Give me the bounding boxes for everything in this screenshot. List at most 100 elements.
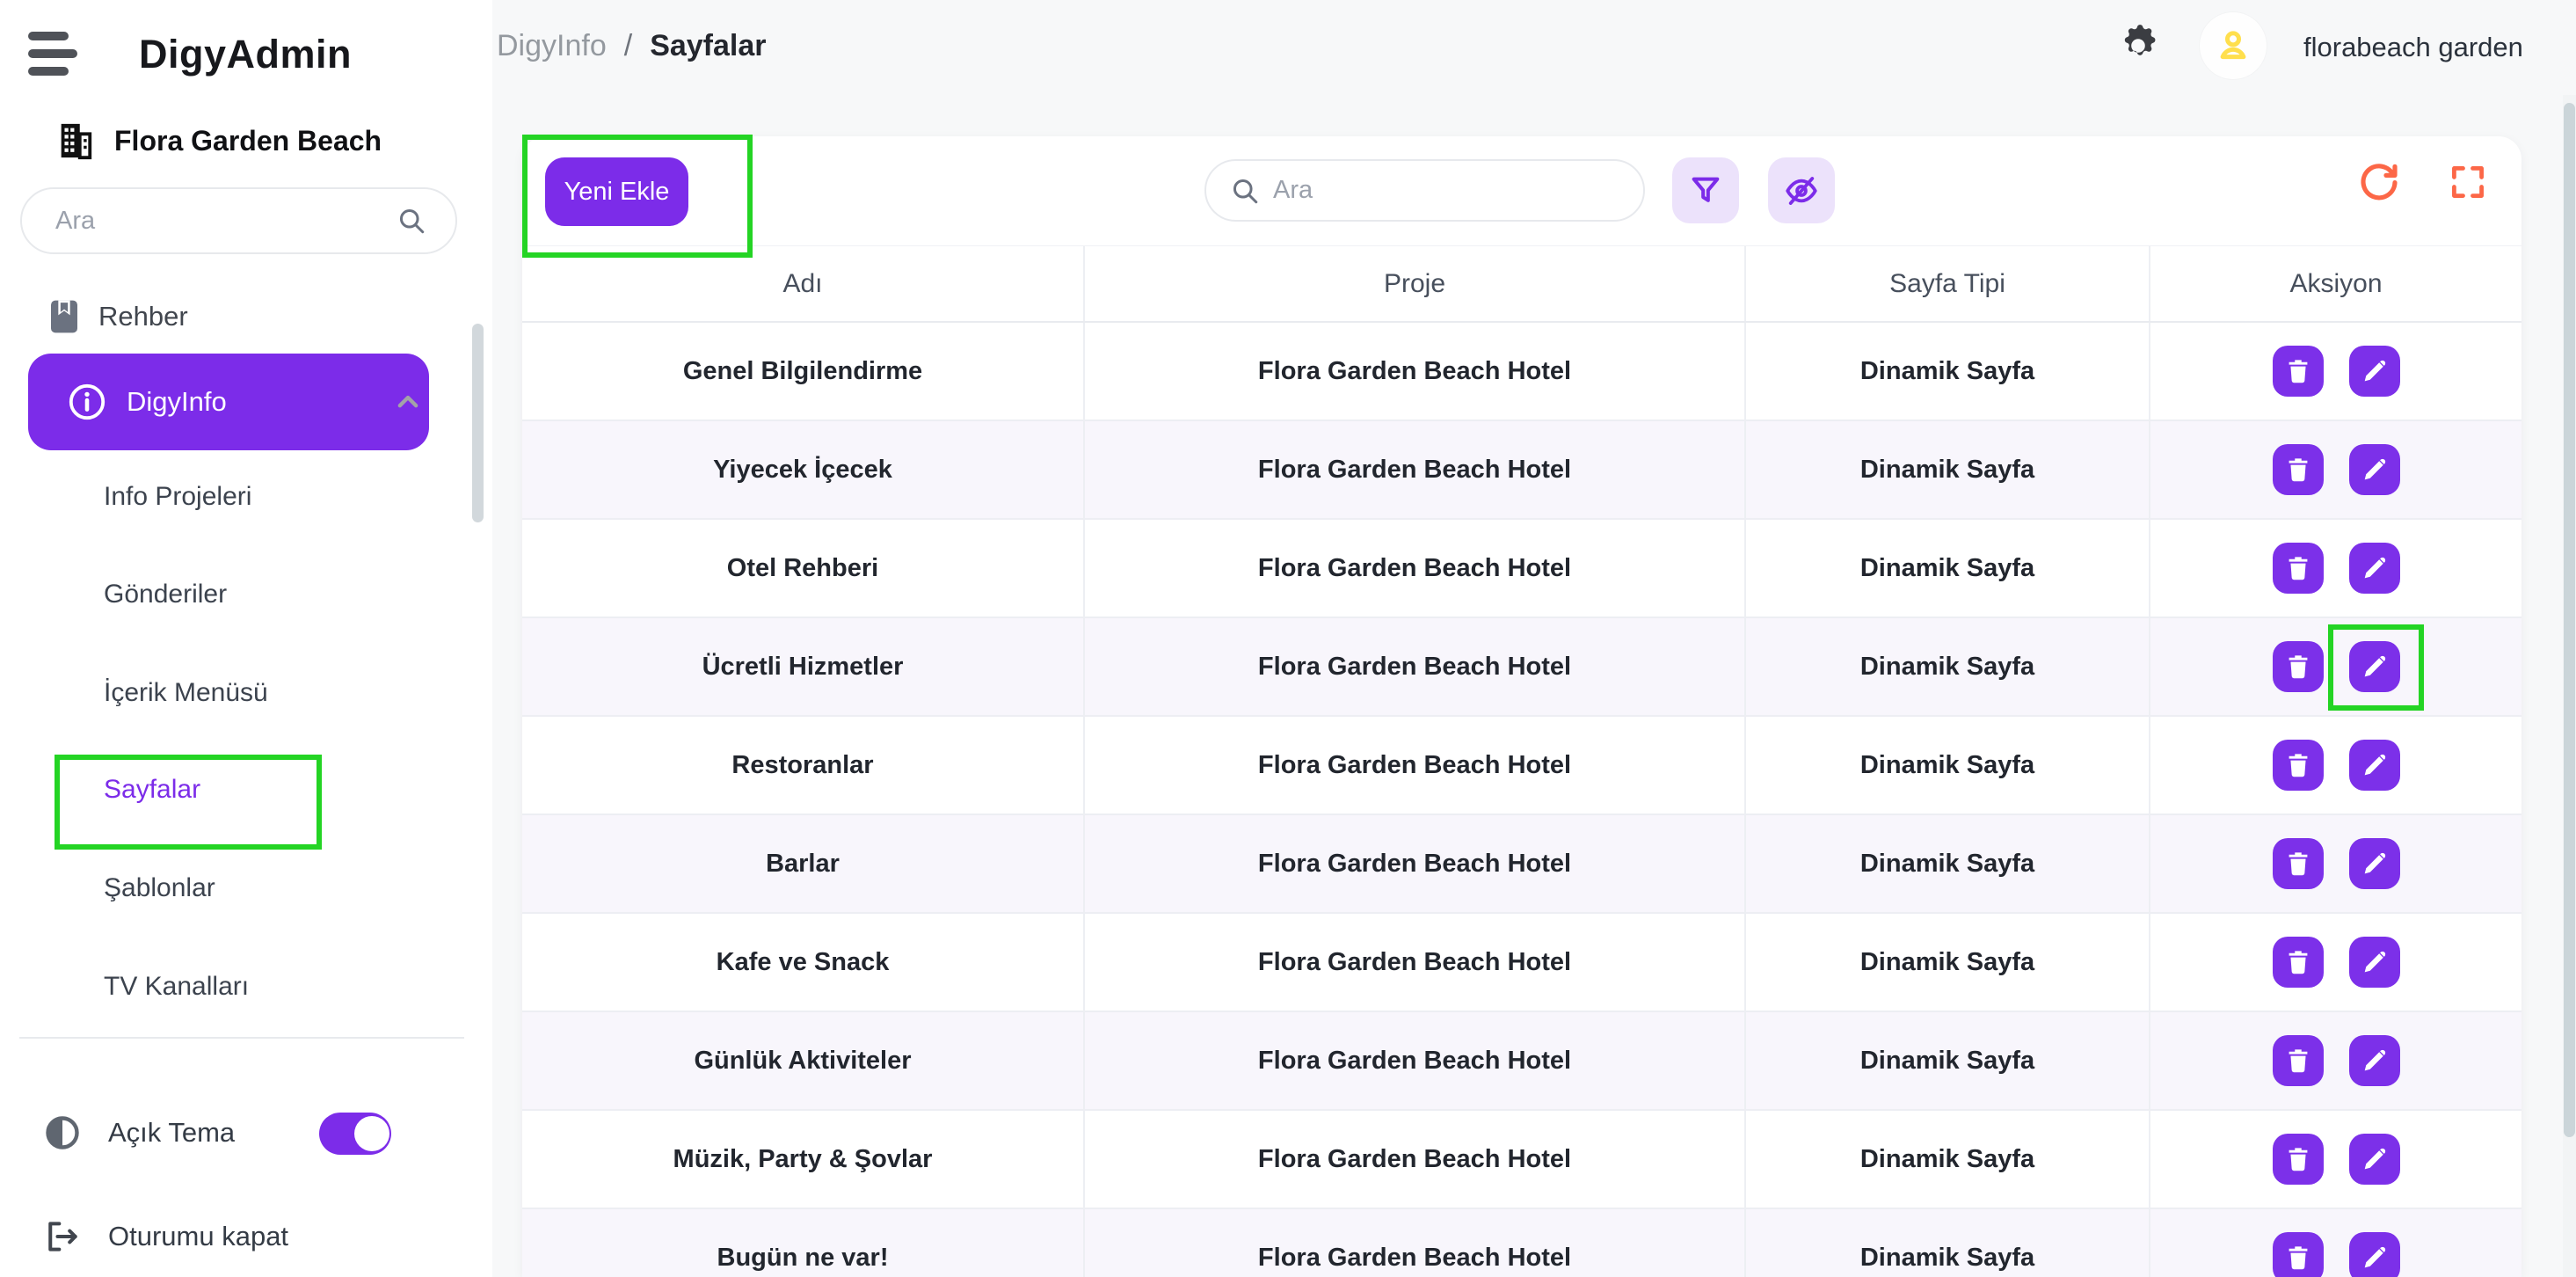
fullscreen-button[interactable]	[2446, 160, 2490, 204]
menu-toggle-button[interactable]	[28, 32, 79, 79]
settings-button[interactable]	[2115, 23, 2161, 69]
sidebar-search-input[interactable]	[20, 187, 457, 254]
page-type: Dinamik Sayfa	[1859, 1046, 2035, 1075]
table-search-input[interactable]	[1204, 159, 1645, 222]
hamburger-icon	[28, 32, 69, 40]
table-row: Müzik, Party & Şovlar Flora Garden Beach…	[522, 1111, 2521, 1209]
page-name: Barlar	[766, 849, 840, 878]
table-row: Genel Bilgilendirme Flora Garden Beach H…	[522, 323, 2521, 421]
project-name: Flora Garden Beach Hotel	[1257, 553, 1572, 582]
sidebar-subitem-info-projeleri[interactable]: Info Projeleri	[104, 482, 251, 512]
pencil-icon	[2361, 456, 2389, 484]
project-name: Flora Garden Beach Hotel	[1257, 1144, 1572, 1173]
edit-button[interactable]	[2348, 444, 2400, 495]
sidebar-item-rehber[interactable]: Rehber	[0, 290, 479, 343]
user-avatar[interactable]	[2200, 12, 2267, 79]
trash-icon	[2284, 850, 2312, 878]
trash-icon	[2284, 357, 2312, 385]
table-row: Ücretli Hizmetler Flora Garden Beach Hot…	[522, 618, 2521, 717]
delete-button[interactable]	[2272, 740, 2324, 791]
delete-button[interactable]	[2272, 1035, 2324, 1086]
gear-icon	[2115, 23, 2161, 69]
logout-button[interactable]: Oturumu kapat	[43, 1217, 288, 1256]
delete-button[interactable]	[2272, 1232, 2324, 1277]
page-type: Dinamik Sayfa	[1859, 356, 2035, 385]
page-type: Dinamik Sayfa	[1859, 750, 2035, 779]
info-icon	[67, 382, 107, 422]
delete-button[interactable]	[2272, 543, 2324, 594]
sidebar-subitem-sablonlar[interactable]: Şablonlar	[104, 873, 215, 903]
page-type: Dinamik Sayfa	[1859, 1243, 2035, 1272]
edit-button[interactable]	[2348, 1232, 2400, 1277]
sidebar-subitem-icerik-menusu[interactable]: İçerik Menüsü	[104, 678, 268, 708]
page-name: Ücretli Hizmetler	[702, 652, 904, 681]
trash-icon	[2284, 948, 2312, 976]
trash-icon	[2284, 456, 2312, 484]
edit-button[interactable]	[2348, 543, 2400, 594]
page-scrollbar-thumb[interactable]	[2564, 103, 2575, 1137]
project-name: Flora Garden Beach Hotel	[1257, 356, 1572, 385]
add-new-button[interactable]: Yeni Ekle	[545, 157, 688, 226]
fullscreen-icon	[2449, 163, 2487, 201]
page-name: Otel Rehberi	[726, 553, 879, 582]
pencil-icon	[2361, 948, 2389, 976]
breadcrumb-parent[interactable]: DigyInfo	[497, 29, 607, 63]
edit-button[interactable]	[2348, 838, 2400, 889]
hide-columns-button[interactable]	[1768, 157, 1835, 223]
trash-icon	[2284, 1145, 2312, 1173]
building-icon	[55, 120, 95, 161]
page-name: Restoranlar	[731, 750, 874, 779]
project-name: Flora Garden Beach Hotel	[1257, 1243, 1572, 1272]
sidebar-subitem-sayfalar[interactable]: Sayfalar	[104, 775, 200, 805]
sidebar-subitem-gonderiler[interactable]: Gönderiler	[104, 580, 227, 609]
edit-button[interactable]	[2348, 641, 2400, 692]
delete-button[interactable]	[2272, 444, 2324, 495]
chevron-up-icon	[390, 384, 426, 420]
delete-button[interactable]	[2272, 346, 2324, 397]
pencil-icon	[2361, 850, 2389, 878]
edit-button[interactable]	[2348, 937, 2400, 988]
edit-button[interactable]	[2348, 1134, 2400, 1185]
breadcrumb-separator: /	[623, 29, 633, 62]
delete-button[interactable]	[2272, 937, 2324, 988]
edit-button[interactable]	[2348, 740, 2400, 791]
table-row: Bugün ne var! Flora Garden Beach Hotel D…	[522, 1209, 2521, 1277]
pencil-icon	[2361, 357, 2389, 385]
table-row: Günlük Aktiviteler Flora Garden Beach Ho…	[522, 1012, 2521, 1111]
theme-label: Açık Tema	[108, 1117, 236, 1148]
workspace-selector[interactable]: Flora Garden Beach	[55, 118, 382, 164]
pencil-icon	[2361, 653, 2389, 681]
breadcrumb-current: Sayfalar	[650, 29, 767, 62]
delete-button[interactable]	[2272, 838, 2324, 889]
theme-toggle[interactable]	[319, 1113, 391, 1155]
page-type: Dinamik Sayfa	[1859, 455, 2035, 484]
app-title: DigyAdmin	[139, 32, 353, 77]
project-name: Flora Garden Beach Hotel	[1257, 455, 1572, 484]
sidebar-scrollbar[interactable]	[472, 324, 484, 522]
column-header-sayfa-tipi: Sayfa Tipi	[1744, 246, 2149, 321]
delete-button[interactable]	[2272, 641, 2324, 692]
edit-button[interactable]	[2348, 346, 2400, 397]
pencil-icon	[2361, 751, 2389, 779]
theme-row: Açık Tema	[43, 1113, 235, 1152]
sidebar-item-digyinfo[interactable]: DigyInfo	[28, 354, 429, 450]
filter-button[interactable]	[1672, 157, 1739, 223]
delete-button[interactable]	[2272, 1134, 2324, 1185]
edit-button[interactable]	[2348, 1035, 2400, 1086]
page-type: Dinamik Sayfa	[1859, 1144, 2035, 1173]
refresh-button[interactable]	[2357, 160, 2401, 204]
project-name: Flora Garden Beach Hotel	[1257, 750, 1572, 779]
table-row: Barlar Flora Garden Beach Hotel Dinamik …	[522, 815, 2521, 914]
page-name: Günlük Aktiviteler	[694, 1046, 912, 1075]
content-card: Yeni Ekle Ara Adı Proje Sayfa Tipi Aksiy…	[522, 136, 2521, 1277]
page-type: Dinamik Sayfa	[1859, 652, 2035, 681]
pencil-icon	[2361, 1145, 2389, 1173]
page-name: Genel Bilgilendirme	[682, 356, 923, 385]
eye-off-icon	[1783, 172, 1820, 209]
breadcrumb: DigyInfo / Sayfalar	[497, 29, 767, 63]
user-name[interactable]: florabeach garden	[2303, 32, 2523, 63]
project-name: Flora Garden Beach Hotel	[1257, 947, 1572, 976]
page-type: Dinamik Sayfa	[1859, 849, 2035, 878]
column-header-proje: Proje	[1083, 246, 1744, 321]
sidebar-subitem-tv-kanallari[interactable]: TV Kanalları	[104, 972, 249, 1002]
